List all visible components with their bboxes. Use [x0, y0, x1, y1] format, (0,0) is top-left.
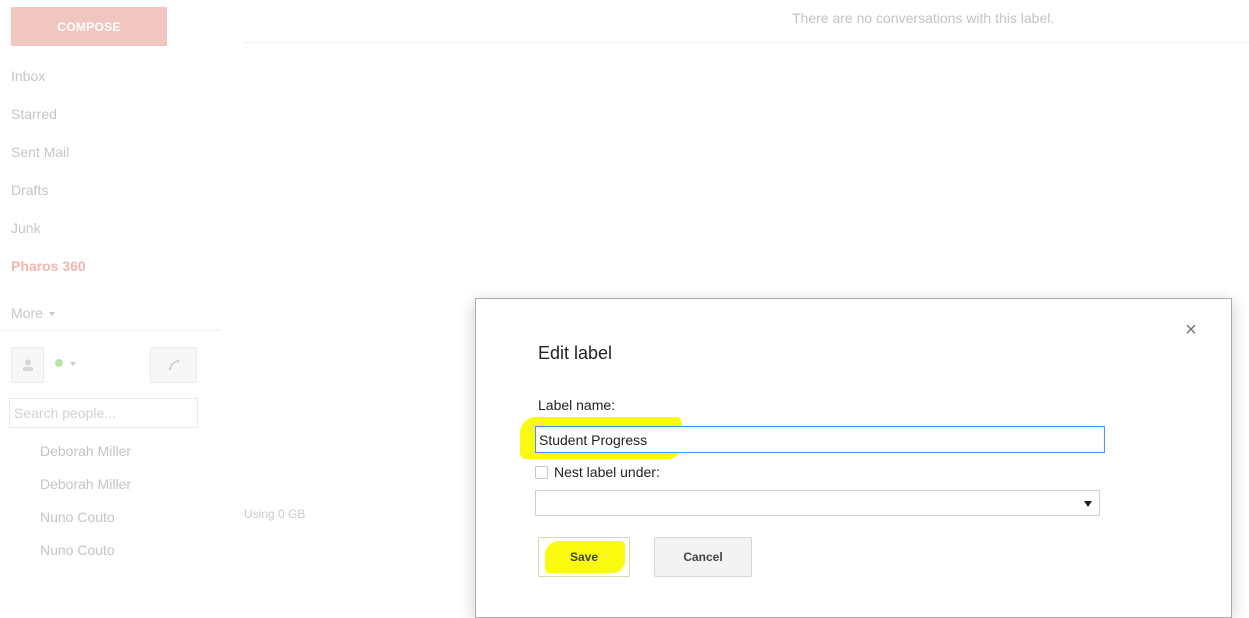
label-name-input[interactable]: [535, 426, 1105, 453]
person-icon: [22, 359, 33, 371]
nest-label-checkbox[interactable]: [535, 465, 548, 479]
storage-usage: Using 0 GB: [244, 507, 306, 521]
contact-item[interactable]: Nuno Couto: [40, 507, 131, 540]
dialog-title: Edit label: [538, 343, 613, 363]
contact-item[interactable]: Deborah Miller: [40, 441, 131, 474]
chevron-down-icon: [70, 362, 76, 366]
empty-state-message: There are no conversations with this lab…: [792, 10, 1055, 26]
compose-button[interactable]: COMPOSE: [11, 7, 167, 46]
phone-icon: [168, 359, 179, 371]
sidebar-divider: [0, 330, 221, 331]
sidebar-item-junk[interactable]: Junk: [11, 218, 86, 256]
contact-item[interactable]: Deborah Miller: [40, 474, 131, 507]
parent-label-select[interactable]: [535, 490, 1100, 516]
chevron-down-icon: [48, 312, 55, 316]
nest-label-text: Nest label under:: [554, 464, 660, 480]
contact-list: Deborah Miller Deborah Miller Nuno Couto…: [40, 441, 131, 573]
chevron-down-icon: [1084, 501, 1092, 507]
close-icon[interactable]: ×: [1181, 320, 1201, 340]
sidebar-item-pharos-360[interactable]: Pharos 360: [11, 256, 86, 294]
sidebar-item-drafts[interactable]: Drafts: [11, 180, 86, 218]
sidebar-more-label: More: [11, 305, 43, 321]
save-button-label: Save: [569, 550, 599, 564]
sidebar-nav: Inbox Starred Sent Mail Drafts Junk Phar…: [11, 66, 86, 332]
sidebar-item-starred[interactable]: Starred: [11, 104, 86, 142]
call-button[interactable]: [150, 347, 197, 383]
cancel-button[interactable]: Cancel: [654, 537, 752, 577]
sidebar-more[interactable]: More: [11, 294, 86, 332]
online-status-icon: [55, 359, 63, 367]
contact-item[interactable]: Nuno Couto: [40, 540, 131, 573]
chat-controls: [11, 347, 197, 383]
save-button[interactable]: Save: [538, 537, 630, 577]
sidebar-item-sent-mail[interactable]: Sent Mail: [11, 142, 86, 180]
sidebar-item-inbox[interactable]: Inbox: [11, 66, 86, 104]
search-people-input[interactable]: [9, 398, 198, 428]
label-name-label: Label name:: [538, 397, 616, 413]
toolbar-divider: [244, 42, 1249, 43]
chat-avatar-button[interactable]: [11, 347, 44, 383]
nest-label-row: Nest label under:: [535, 464, 660, 480]
edit-label-dialog: × Edit label Label name: Nest label unde…: [475, 298, 1232, 618]
chat-status-menu[interactable]: [55, 359, 76, 367]
